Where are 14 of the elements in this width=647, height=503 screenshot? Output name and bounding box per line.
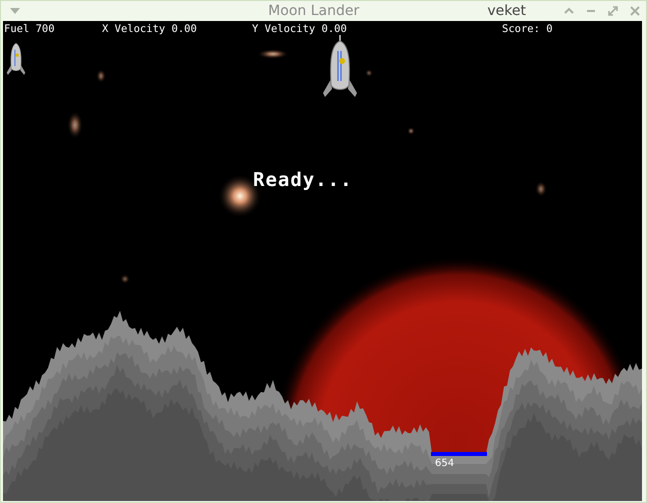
landing-pad: [431, 452, 487, 456]
ready-message: Ready...: [253, 169, 353, 191]
close-icon[interactable]: [630, 6, 640, 16]
hud-readout: Y Velocity 0.00: [252, 23, 348, 35]
menu-caret-icon[interactable]: [10, 8, 20, 14]
hud-readout: X Velocity 0.00: [102, 23, 198, 35]
user-name: veket: [487, 3, 526, 19]
hud-readout: Fuel 700: [4, 23, 56, 35]
hud-readout: Score: 0: [502, 23, 553, 35]
window-title: Moon Lander: [267, 3, 360, 19]
life-rocket-icon: [5, 41, 27, 77]
maximize-icon[interactable]: [608, 6, 618, 16]
shade-icon[interactable]: [564, 6, 574, 16]
landing-pad-score: 654: [435, 458, 454, 469]
